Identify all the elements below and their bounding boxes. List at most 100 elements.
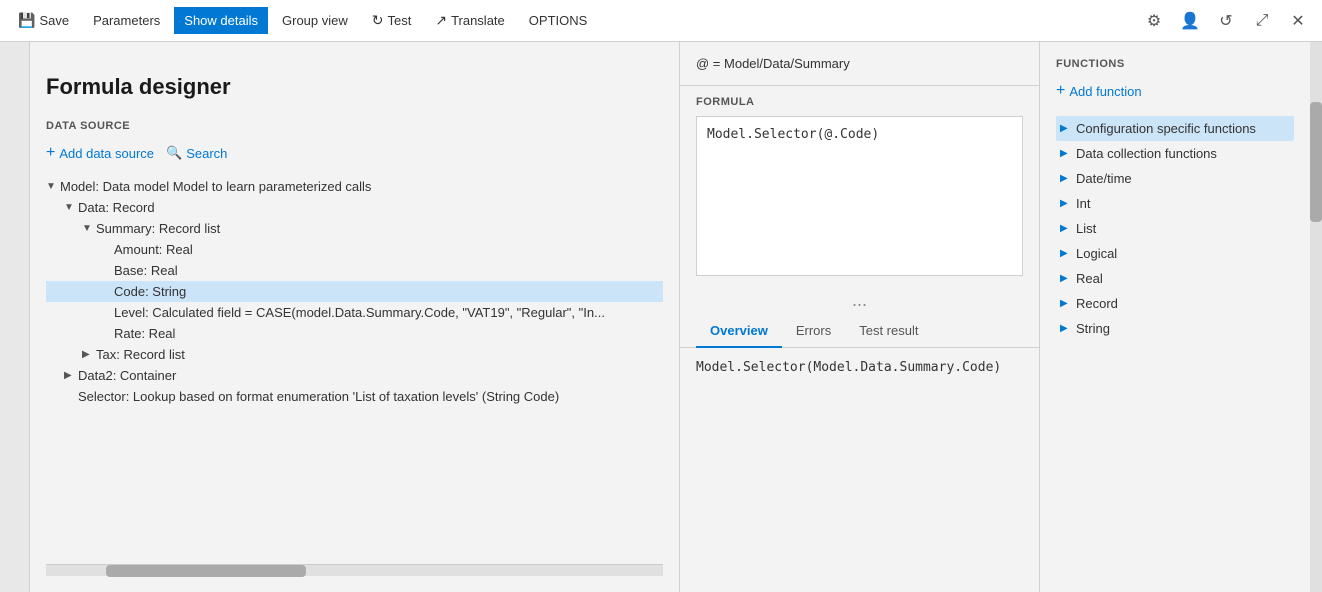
function-chevron: ▶ xyxy=(1060,173,1076,184)
function-label: Int xyxy=(1076,196,1090,211)
tree-item-code[interactable]: Code: String xyxy=(46,281,663,302)
tree-item-label: Amount: Real xyxy=(114,242,193,257)
formula-panel: @ = Model/Data/Summary FORMULA Model.Sel… xyxy=(680,42,1040,592)
datasource-panel: Formula designer DATA SOURCE + Add data … xyxy=(30,42,680,592)
tree-item-label: Level: Calculated field = CASE(model.Dat… xyxy=(114,305,605,320)
tree-item-tax[interactable]: ▶ Tax: Record list xyxy=(46,344,663,365)
function-item-int[interactable]: ▶ Int xyxy=(1056,191,1294,216)
save-icon: 💾 xyxy=(18,12,35,29)
function-label: Logical xyxy=(1076,246,1117,261)
tab-errors[interactable]: Errors xyxy=(782,315,845,348)
formula-section: FORMULA Model.Selector(@.Code) xyxy=(680,86,1039,286)
tree-item-level[interactable]: Level: Calculated field = CASE(model.Dat… xyxy=(46,302,663,323)
scroll-thumb[interactable] xyxy=(106,565,306,577)
parameters-button[interactable]: Parameters xyxy=(83,7,170,34)
group-view-button[interactable]: Group view xyxy=(272,7,358,34)
window-controls: ⚙ 👤 ↺ ⤢ ✕ xyxy=(1138,5,1314,37)
formula-editor[interactable]: Model.Selector(@.Code) xyxy=(696,116,1023,276)
v-scroll-thumb[interactable] xyxy=(1310,102,1322,222)
function-item-record[interactable]: ▶ Record xyxy=(1056,291,1294,316)
plus-icon: + xyxy=(46,144,55,162)
tree-chevron: ▶ xyxy=(64,370,78,381)
tree-chevron: ▶ xyxy=(82,349,96,360)
tree-item-base[interactable]: Base: Real xyxy=(46,260,663,281)
function-chevron: ▶ xyxy=(1060,323,1076,334)
function-chevron: ▶ xyxy=(1060,223,1076,234)
function-item-string[interactable]: ▶ String xyxy=(1056,316,1294,341)
datasource-section-title: DATA SOURCE xyxy=(46,120,663,132)
function-chevron: ▶ xyxy=(1060,198,1076,209)
test-button[interactable]: ↻ Test xyxy=(362,6,422,35)
tree-item-label: Data: Record xyxy=(78,200,155,215)
search-button[interactable]: 🔍 Search xyxy=(166,143,227,163)
tree-item-label: Model: Data model Model to learn paramet… xyxy=(60,179,371,194)
formula-path-text: @ = Model/Data/Summary xyxy=(696,56,850,71)
tree-item-rate[interactable]: Rate: Real xyxy=(46,323,663,344)
plus-icon: + xyxy=(1056,82,1065,100)
function-label: Real xyxy=(1076,271,1103,286)
popout-icon-btn[interactable]: ⤢ xyxy=(1246,5,1278,37)
formula-more: ... xyxy=(680,286,1039,315)
show-details-button[interactable]: Show details xyxy=(174,7,268,34)
function-item-datacoll[interactable]: ▶ Data collection functions xyxy=(1056,141,1294,166)
function-item-logical[interactable]: ▶ Logical xyxy=(1056,241,1294,266)
datasource-tree: ▼ Model: Data model Model to learn param… xyxy=(46,176,663,564)
vertical-scrollbar[interactable] xyxy=(1310,42,1322,592)
refresh-icon: ↻ xyxy=(372,12,384,29)
search-icon: 🔍 xyxy=(166,145,182,161)
page-title: Formula designer xyxy=(46,74,663,100)
tree-item-model[interactable]: ▼ Model: Data model Model to learn param… xyxy=(46,176,663,197)
function-chevron: ▶ xyxy=(1060,123,1076,134)
tree-item-label: Tax: Record list xyxy=(96,347,185,362)
left-nav-strip xyxy=(0,42,30,592)
function-label: Data collection functions xyxy=(1076,146,1217,161)
close-button[interactable]: ✕ xyxy=(1282,5,1314,37)
tree-item-label: Code: String xyxy=(114,284,186,299)
function-label: Record xyxy=(1076,296,1118,311)
function-chevron: ▶ xyxy=(1060,248,1076,259)
translate-icon: ↗ xyxy=(435,12,447,29)
formula-path-bar: @ = Model/Data/Summary xyxy=(680,42,1039,86)
tree-item-label: Summary: Record list xyxy=(96,221,220,236)
add-function-button[interactable]: + Add function xyxy=(1056,80,1142,102)
function-label: String xyxy=(1076,321,1110,336)
function-item-config[interactable]: ▶ Configuration specific functions xyxy=(1056,116,1294,141)
settings-icon-btn[interactable]: ⚙ xyxy=(1138,5,1170,37)
function-chevron: ▶ xyxy=(1060,273,1076,284)
tree-item-data[interactable]: ▼ Data: Record xyxy=(46,197,663,218)
title-bar: 💾 Save Parameters Show details Group vie… xyxy=(0,0,1322,42)
tree-chevron: ▼ xyxy=(46,181,60,192)
tab-test_result[interactable]: Test result xyxy=(845,315,932,348)
formula-expression: Model.Selector(@.Code) xyxy=(707,127,879,142)
tree-item-data2[interactable]: ▶ Data2: Container xyxy=(46,365,663,386)
tab-overview[interactable]: Overview xyxy=(696,315,782,348)
add-datasource-button[interactable]: + Add data source xyxy=(46,142,154,164)
formula-result: Model.Selector(Model.Data.Summary.Code) xyxy=(680,348,1039,592)
save-button[interactable]: 💾 Save xyxy=(8,6,79,35)
tree-item-label: Selector: Lookup based on format enumera… xyxy=(78,389,559,404)
tree-item-label: Base: Real xyxy=(114,263,178,278)
formula-section-title: FORMULA xyxy=(696,96,1023,108)
function-item-datetime[interactable]: ▶ Date/time xyxy=(1056,166,1294,191)
tree-chevron: ▼ xyxy=(64,202,78,213)
refresh-icon-btn[interactable]: ↺ xyxy=(1210,5,1242,37)
function-item-list[interactable]: ▶ List xyxy=(1056,216,1294,241)
function-chevron: ▶ xyxy=(1060,148,1076,159)
function-label: List xyxy=(1076,221,1096,236)
tree-item-selector[interactable]: Selector: Lookup based on format enumera… xyxy=(46,386,663,407)
tree-item-amount[interactable]: Amount: Real xyxy=(46,239,663,260)
options-button[interactable]: OPTIONS xyxy=(519,7,598,34)
main-content: Formula designer DATA SOURCE + Add data … xyxy=(0,42,1322,592)
horizontal-scrollbar[interactable] xyxy=(46,564,663,576)
function-label: Date/time xyxy=(1076,171,1132,186)
tree-chevron: ▼ xyxy=(82,223,96,234)
account-icon-btn[interactable]: 👤 xyxy=(1174,5,1206,37)
tree-item-label: Rate: Real xyxy=(114,326,175,341)
translate-button[interactable]: ↗ Translate xyxy=(425,6,514,35)
tree-item-label: Data2: Container xyxy=(78,368,176,383)
functions-section-title: FUNCTIONS xyxy=(1056,58,1294,70)
function-item-real[interactable]: ▶ Real xyxy=(1056,266,1294,291)
formula-tabs: OverviewErrorsTest result xyxy=(680,315,1039,348)
tree-item-summary[interactable]: ▼ Summary: Record list xyxy=(46,218,663,239)
function-label: Configuration specific functions xyxy=(1076,121,1256,136)
